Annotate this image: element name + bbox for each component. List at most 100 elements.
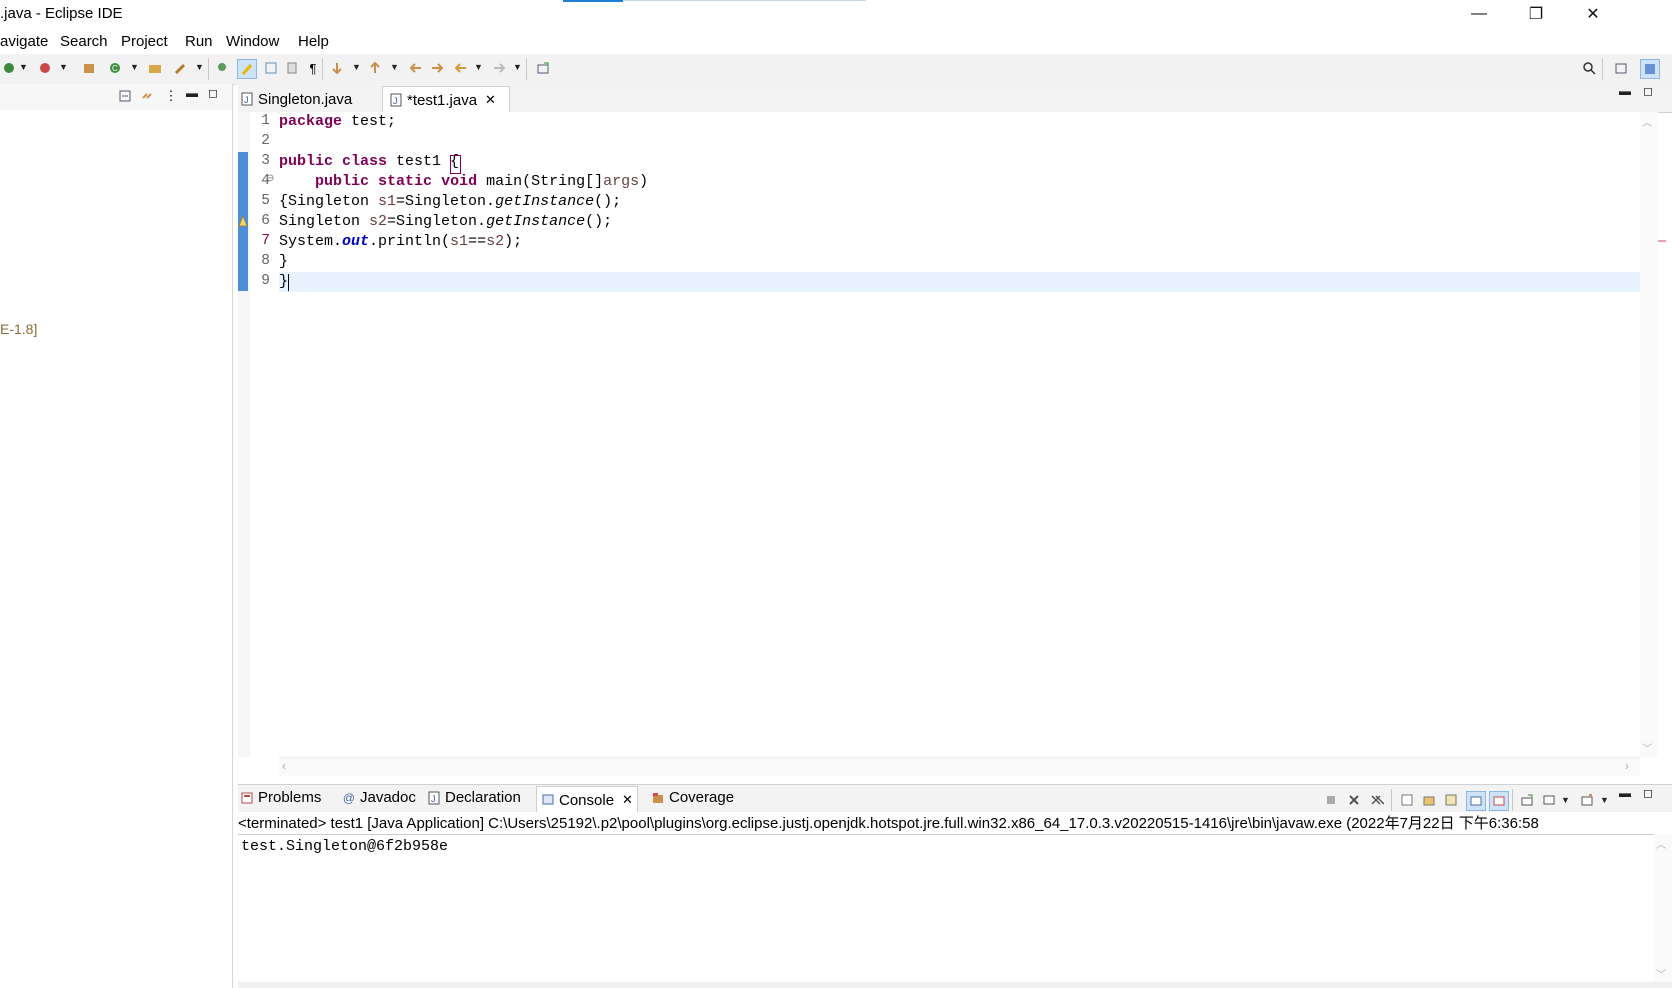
java-perspective-icon[interactable]	[1640, 59, 1660, 79]
code-line: public static void main(String[]args)	[279, 173, 648, 190]
overview-ruler-marker[interactable]	[1658, 240, 1666, 242]
menu-search[interactable]: Search	[60, 33, 108, 50]
maximize-editor-icon[interactable]: ◻	[1643, 84, 1653, 98]
close-icon[interactable]: ✕	[622, 792, 633, 808]
console-status-line: <terminated> test1 [Java Application] C:…	[238, 812, 1672, 835]
next-annotation-icon[interactable]	[328, 59, 346, 77]
close-window-button[interactable]: ✕	[1564, 0, 1622, 28]
scroll-right-icon[interactable]: ›	[1625, 759, 1629, 773]
show-whitespace-icon[interactable]: ¶	[304, 59, 322, 77]
open-type-icon[interactable]	[146, 59, 164, 77]
block-selection-icon[interactable]	[262, 59, 280, 77]
chevron-down-icon[interactable]: ▼	[390, 62, 399, 72]
show-on-error-icon[interactable]	[1489, 791, 1509, 811]
scroll-down-icon[interactable]: ﹀	[1642, 740, 1652, 755]
chevron-down-icon[interactable]: ▼	[195, 62, 204, 72]
console-vertical-scrollbar[interactable]	[1654, 834, 1672, 984]
new-class-icon[interactable]: C	[106, 59, 124, 77]
scroll-left-icon[interactable]: ‹	[282, 759, 286, 773]
warning-icon[interactable]	[238, 214, 248, 231]
search-icon[interactable]	[1580, 59, 1598, 77]
mark-occurrences-icon[interactable]	[237, 59, 257, 79]
run-icon[interactable]	[36, 59, 54, 77]
menu-run[interactable]: Run	[185, 33, 213, 50]
tab-label: Singleton.java	[258, 90, 353, 108]
maximize-view-icon[interactable]: ◻	[1643, 786, 1653, 800]
tab-declaration[interactable]: J Declaration	[427, 789, 521, 806]
code-text: System.	[279, 233, 343, 250]
tab-problems[interactable]: Problems	[240, 789, 321, 806]
collapse-all-icon[interactable]	[116, 87, 134, 105]
minimize-view-icon[interactable]: ▬	[186, 86, 198, 100]
pin-console-icon[interactable]	[1518, 791, 1536, 809]
svg-text:C: C	[112, 64, 118, 73]
scroll-up-icon[interactable]: ︿	[1642, 114, 1652, 129]
tab-console[interactable]: Console ✕	[536, 786, 638, 813]
search-tool-icon[interactable]	[172, 59, 190, 77]
keyword: void	[441, 173, 478, 190]
link-with-editor-icon[interactable]	[138, 87, 156, 105]
debug-icon[interactable]	[0, 59, 18, 77]
menu-help[interactable]: Help	[298, 33, 329, 50]
last-edit-icon[interactable]	[407, 59, 425, 77]
chevron-down-icon[interactable]: ▼	[1561, 795, 1570, 805]
chevron-down-icon[interactable]: ▼	[19, 62, 28, 72]
scroll-down-icon[interactable]: ﹀	[1656, 966, 1666, 981]
display-console-icon[interactable]	[1540, 791, 1558, 809]
chevron-down-icon[interactable]: ▼	[352, 62, 361, 72]
variable: s2	[486, 233, 505, 250]
tab-singleton-java[interactable]: J Singleton.java	[240, 86, 380, 112]
view-menu-icon[interactable]: ⋮	[162, 87, 180, 105]
tab-javadoc[interactable]: @ Javadoc	[342, 789, 416, 806]
terminate-icon[interactable]	[1322, 791, 1340, 809]
new-package-icon[interactable]	[80, 59, 98, 77]
code-text: test;	[342, 113, 397, 130]
tab-coverage[interactable]: Coverage	[651, 789, 734, 806]
tab-test1-java[interactable]: J *test1.java ✕	[382, 86, 510, 113]
menu-window[interactable]: Window	[226, 33, 279, 50]
scroll-up-icon[interactable]: ︿	[1656, 836, 1666, 851]
maximize-view-icon[interactable]: ◻	[208, 86, 218, 100]
editor-horizontal-scrollbar[interactable]	[279, 757, 1640, 776]
minimize-editor-icon[interactable]: ▬	[1619, 84, 1631, 98]
chevron-down-icon[interactable]: ▼	[513, 62, 522, 72]
menu-navigate[interactable]: avigate	[0, 33, 48, 50]
console-output[interactable]: test.Singleton@6f2b958e	[241, 838, 448, 855]
forward-arrow-icon[interactable]	[490, 59, 508, 77]
open-console-icon[interactable]	[1578, 791, 1596, 809]
chevron-down-icon[interactable]: ▼	[474, 62, 483, 72]
minimize-button[interactable]: —	[1450, 0, 1508, 28]
word-wrap-console-icon[interactable]	[1442, 791, 1460, 809]
field: out	[342, 233, 370, 250]
java-file-icon: J	[240, 92, 254, 106]
forward-edit-icon[interactable]	[428, 59, 446, 77]
breadcrumb-icon[interactable]	[214, 59, 232, 77]
remove-all-launches-icon[interactable]	[1368, 791, 1386, 809]
restore-button[interactable]: ❐	[1507, 0, 1565, 28]
pin-editor-icon[interactable]	[534, 59, 552, 77]
javadoc-icon: @	[342, 790, 356, 805]
code-text: ==	[468, 233, 487, 250]
show-on-output-icon[interactable]	[1466, 791, 1486, 811]
close-icon[interactable]: ✕	[485, 92, 496, 108]
open-perspective-icon[interactable]	[1612, 59, 1630, 77]
word-wrap-icon[interactable]	[283, 59, 301, 77]
remove-launch-icon[interactable]	[1345, 791, 1363, 809]
chevron-down-icon[interactable]: ▼	[130, 62, 139, 72]
menu-project[interactable]: Project	[121, 33, 168, 50]
chevron-down-icon[interactable]: ▼	[59, 62, 68, 72]
chevron-down-icon[interactable]: ▼	[1600, 795, 1609, 805]
keyword: package	[279, 113, 343, 130]
clear-console-icon[interactable]	[1398, 791, 1416, 809]
toolbar-separator	[208, 58, 209, 80]
back-arrow-icon[interactable]	[452, 59, 470, 77]
scroll-lock-icon[interactable]	[1420, 791, 1438, 809]
previous-annotation-icon[interactable]	[366, 59, 384, 77]
toolbar-separator	[526, 58, 527, 80]
toolbar-separator	[1602, 58, 1603, 80]
minimize-view-icon[interactable]: ▬	[1619, 786, 1631, 800]
fold-icon[interactable]: ⊖	[266, 173, 274, 184]
editor-vertical-scrollbar[interactable]	[1640, 112, 1658, 757]
line-number: 5	[261, 193, 270, 209]
jre-system-library-label[interactable]: E-1.8]	[0, 321, 37, 337]
